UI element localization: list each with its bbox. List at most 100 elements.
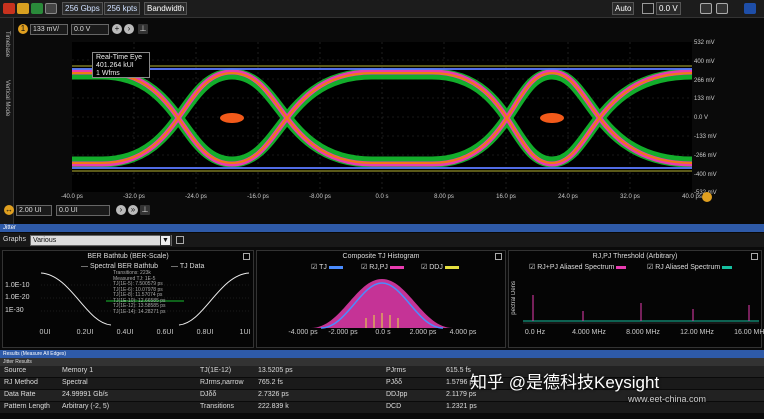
eye-x-tick: -32.0 ps bbox=[123, 194, 145, 200]
eye-x-tick: 32.0 ps bbox=[620, 194, 640, 200]
graph-layout-icon[interactable] bbox=[176, 236, 184, 244]
spectrum-panel: RJ,PJ Threshold (Arbitrary) ☑ RJ+PJ Alia… bbox=[508, 250, 764, 348]
results-value: 222.839 k bbox=[258, 403, 289, 410]
bathtub-legend-tj: — TJ Data bbox=[171, 263, 205, 270]
eye-diagram-plot[interactable] bbox=[72, 42, 692, 192]
timebase-scale-field[interactable]: 2.00 UI bbox=[16, 205, 52, 216]
bandwidth-button[interactable]: Bandwidth bbox=[144, 2, 188, 15]
results-label: PJrms bbox=[386, 367, 406, 374]
eye-x-tick: -8.00 ps bbox=[309, 194, 331, 200]
vertical-offset-field[interactable]: 0.0 V bbox=[71, 24, 109, 35]
results-label: Transitions bbox=[200, 403, 234, 410]
bathtub-x-tick: 0.8UI bbox=[196, 329, 214, 336]
histogram-legend-tj-label: TJ bbox=[319, 264, 327, 271]
eye-x-tick: 0.0 s bbox=[375, 194, 389, 200]
graphs-label: Graphs bbox=[3, 236, 26, 243]
eye-x-tick: -40.0 ps bbox=[61, 194, 83, 200]
side-tab-vertical-mode[interactable]: Vertical Mode bbox=[1, 68, 13, 128]
results-subheader-bar: Jitter Results bbox=[0, 358, 764, 366]
histogram-x-tick: 2.000 ps bbox=[409, 329, 437, 336]
histogram-panel: Composite TJ Histogram ☑ TJ ☑ RJ,PJ ☑ DD… bbox=[256, 250, 506, 348]
bathtub-x-tick: 0.4UI bbox=[116, 329, 134, 336]
histogram-legend-ddj-label: DDJ bbox=[429, 264, 443, 271]
bathtub-x-tick: 0.6UI bbox=[156, 329, 174, 336]
histogram-legend-tj: ☑ TJ bbox=[311, 263, 343, 271]
bathtub-annotations: Transitions: 223k Measured TJ: 1E-5 TJ(1E-… bbox=[113, 270, 166, 315]
results-value: 615.5 fs bbox=[446, 367, 471, 374]
histogram-x-tick: 0.0 s bbox=[375, 329, 391, 336]
timebase-next-icon[interactable]: » bbox=[128, 205, 138, 215]
run-stop-icon[interactable] bbox=[3, 3, 15, 14]
vertical-scale-field[interactable]: 133 mV/ bbox=[30, 24, 68, 35]
pin-icon[interactable]: ⊥ bbox=[138, 24, 148, 34]
bathtub-ytick-1: 1.0E-10 bbox=[5, 282, 30, 289]
results-label: PJδδ bbox=[386, 379, 402, 386]
timebase-offset-field[interactable]: 0.0 UI bbox=[56, 205, 110, 216]
top-toolbar: 256 Gbps 256 kpts Bandwidth Auto 0.0 V bbox=[0, 0, 764, 18]
trigger-mode-button[interactable]: Auto bbox=[612, 2, 635, 15]
single-icon[interactable] bbox=[17, 3, 29, 14]
results-value: Memory 1 bbox=[62, 367, 94, 374]
histogram-legend-rjpj-label: RJ,PJ bbox=[369, 264, 388, 271]
timebase-pin-icon[interactable]: ⊥ bbox=[140, 205, 150, 215]
spectrum-y-label: pectral Dens bbox=[511, 281, 517, 315]
bathtub-ytick-2: 1.0E-20 bbox=[5, 294, 30, 301]
results-label: RJ Method bbox=[4, 379, 38, 386]
spectrum-x-tick: 0.0 Hz bbox=[524, 329, 546, 336]
eye-y-tick: 532 mV bbox=[694, 40, 715, 46]
measure-icon[interactable] bbox=[716, 3, 728, 14]
watermark-url: www.eet-china.com bbox=[628, 394, 707, 404]
eye-info-rate: 401.264 kUI bbox=[96, 62, 134, 69]
spectrum-x-tick: 12.00 MHz bbox=[680, 329, 714, 336]
histogram-x-tick: -4.000 ps bbox=[288, 329, 318, 336]
eye-y-tick: -133 mV bbox=[694, 134, 717, 140]
results-label: Data Rate bbox=[4, 391, 36, 398]
trigger-edge-icon[interactable] bbox=[642, 3, 654, 14]
results-label: RJrms,narrow bbox=[200, 379, 244, 386]
side-tab-timebase[interactable]: Timebase bbox=[1, 24, 13, 64]
spectrum-maximize-icon[interactable] bbox=[751, 253, 758, 260]
eye-info-box: Real-Time Eye 401.264 kUI 1 Wfms bbox=[92, 52, 150, 78]
histogram-legend-rjpj: ☑ RJ,PJ bbox=[361, 263, 404, 271]
graphs-bar: Graphs Various ▼ bbox=[0, 233, 764, 247]
histogram-title: Composite TJ Histogram bbox=[342, 253, 420, 260]
graphs-select[interactable]: Various bbox=[30, 235, 172, 246]
arrow-right-icon[interactable]: › bbox=[124, 24, 134, 34]
timebase-play-icon[interactable]: › bbox=[116, 205, 126, 215]
spectrum-plot bbox=[523, 295, 759, 324]
spectrum-legend-rjpj: ☑ RJ+PJ Aliased Spectrum bbox=[529, 263, 627, 271]
results-value: 2.7326 ps bbox=[258, 391, 289, 398]
eye-y-tick: 133 mV bbox=[694, 96, 715, 103]
bathtub-ytick-3: 1E-30 bbox=[5, 307, 24, 314]
spectrum-legend-rj: ☑ RJ Aliased Spectrum bbox=[647, 263, 733, 271]
results-label: DJδδ bbox=[200, 391, 217, 398]
spectrum-title: RJ,PJ Threshold (Arbitrary) bbox=[592, 253, 678, 260]
bathtub-x-tick: 0UI bbox=[39, 329, 51, 336]
results-value: Spectral bbox=[62, 379, 88, 386]
histogram-plot bbox=[311, 279, 453, 329]
bathtub-title: BER Bathtub (BER-Scale) bbox=[87, 253, 169, 260]
results-value: 24.99991 Gb/s bbox=[62, 391, 108, 398]
eye-x-tick: -24.0 ps bbox=[185, 194, 207, 200]
zoom-icon[interactable] bbox=[700, 3, 712, 14]
histogram-maximize-icon[interactable] bbox=[495, 253, 502, 260]
eye-x-tick: 24.0 ps bbox=[558, 194, 578, 200]
results-value: 1.2321 ps bbox=[446, 403, 477, 410]
default-setup-icon[interactable] bbox=[45, 3, 57, 14]
bathtub-x-tick: 0.2UI bbox=[76, 329, 94, 336]
histogram-x-tick: 4.000 ps bbox=[449, 329, 477, 336]
chevron-down-icon[interactable]: ▼ bbox=[160, 235, 171, 246]
channel-marker-icon: 1 bbox=[18, 24, 28, 34]
results-header-bar: Results (Measure All Edges) bbox=[0, 350, 764, 358]
sample-rate-field[interactable]: 256 Gbps bbox=[62, 2, 103, 15]
run-icon[interactable] bbox=[31, 3, 43, 14]
histogram-legend-ddj: ☑ DDJ bbox=[421, 263, 459, 271]
watermark-text: 知乎 @是德科技Keysight bbox=[470, 373, 660, 392]
add-icon[interactable]: + bbox=[112, 24, 122, 34]
eye-y-tick: -266 mV bbox=[694, 152, 717, 159]
trigger-level-field[interactable]: 0.0 V bbox=[656, 2, 681, 15]
bathtub-legend-tj-label: TJ Data bbox=[179, 263, 205, 270]
memory-depth-field[interactable]: 256 kpts bbox=[104, 2, 141, 15]
bathtub-maximize-icon[interactable] bbox=[243, 253, 250, 260]
histogram-x-tick: -2.000 ps bbox=[328, 329, 358, 336]
